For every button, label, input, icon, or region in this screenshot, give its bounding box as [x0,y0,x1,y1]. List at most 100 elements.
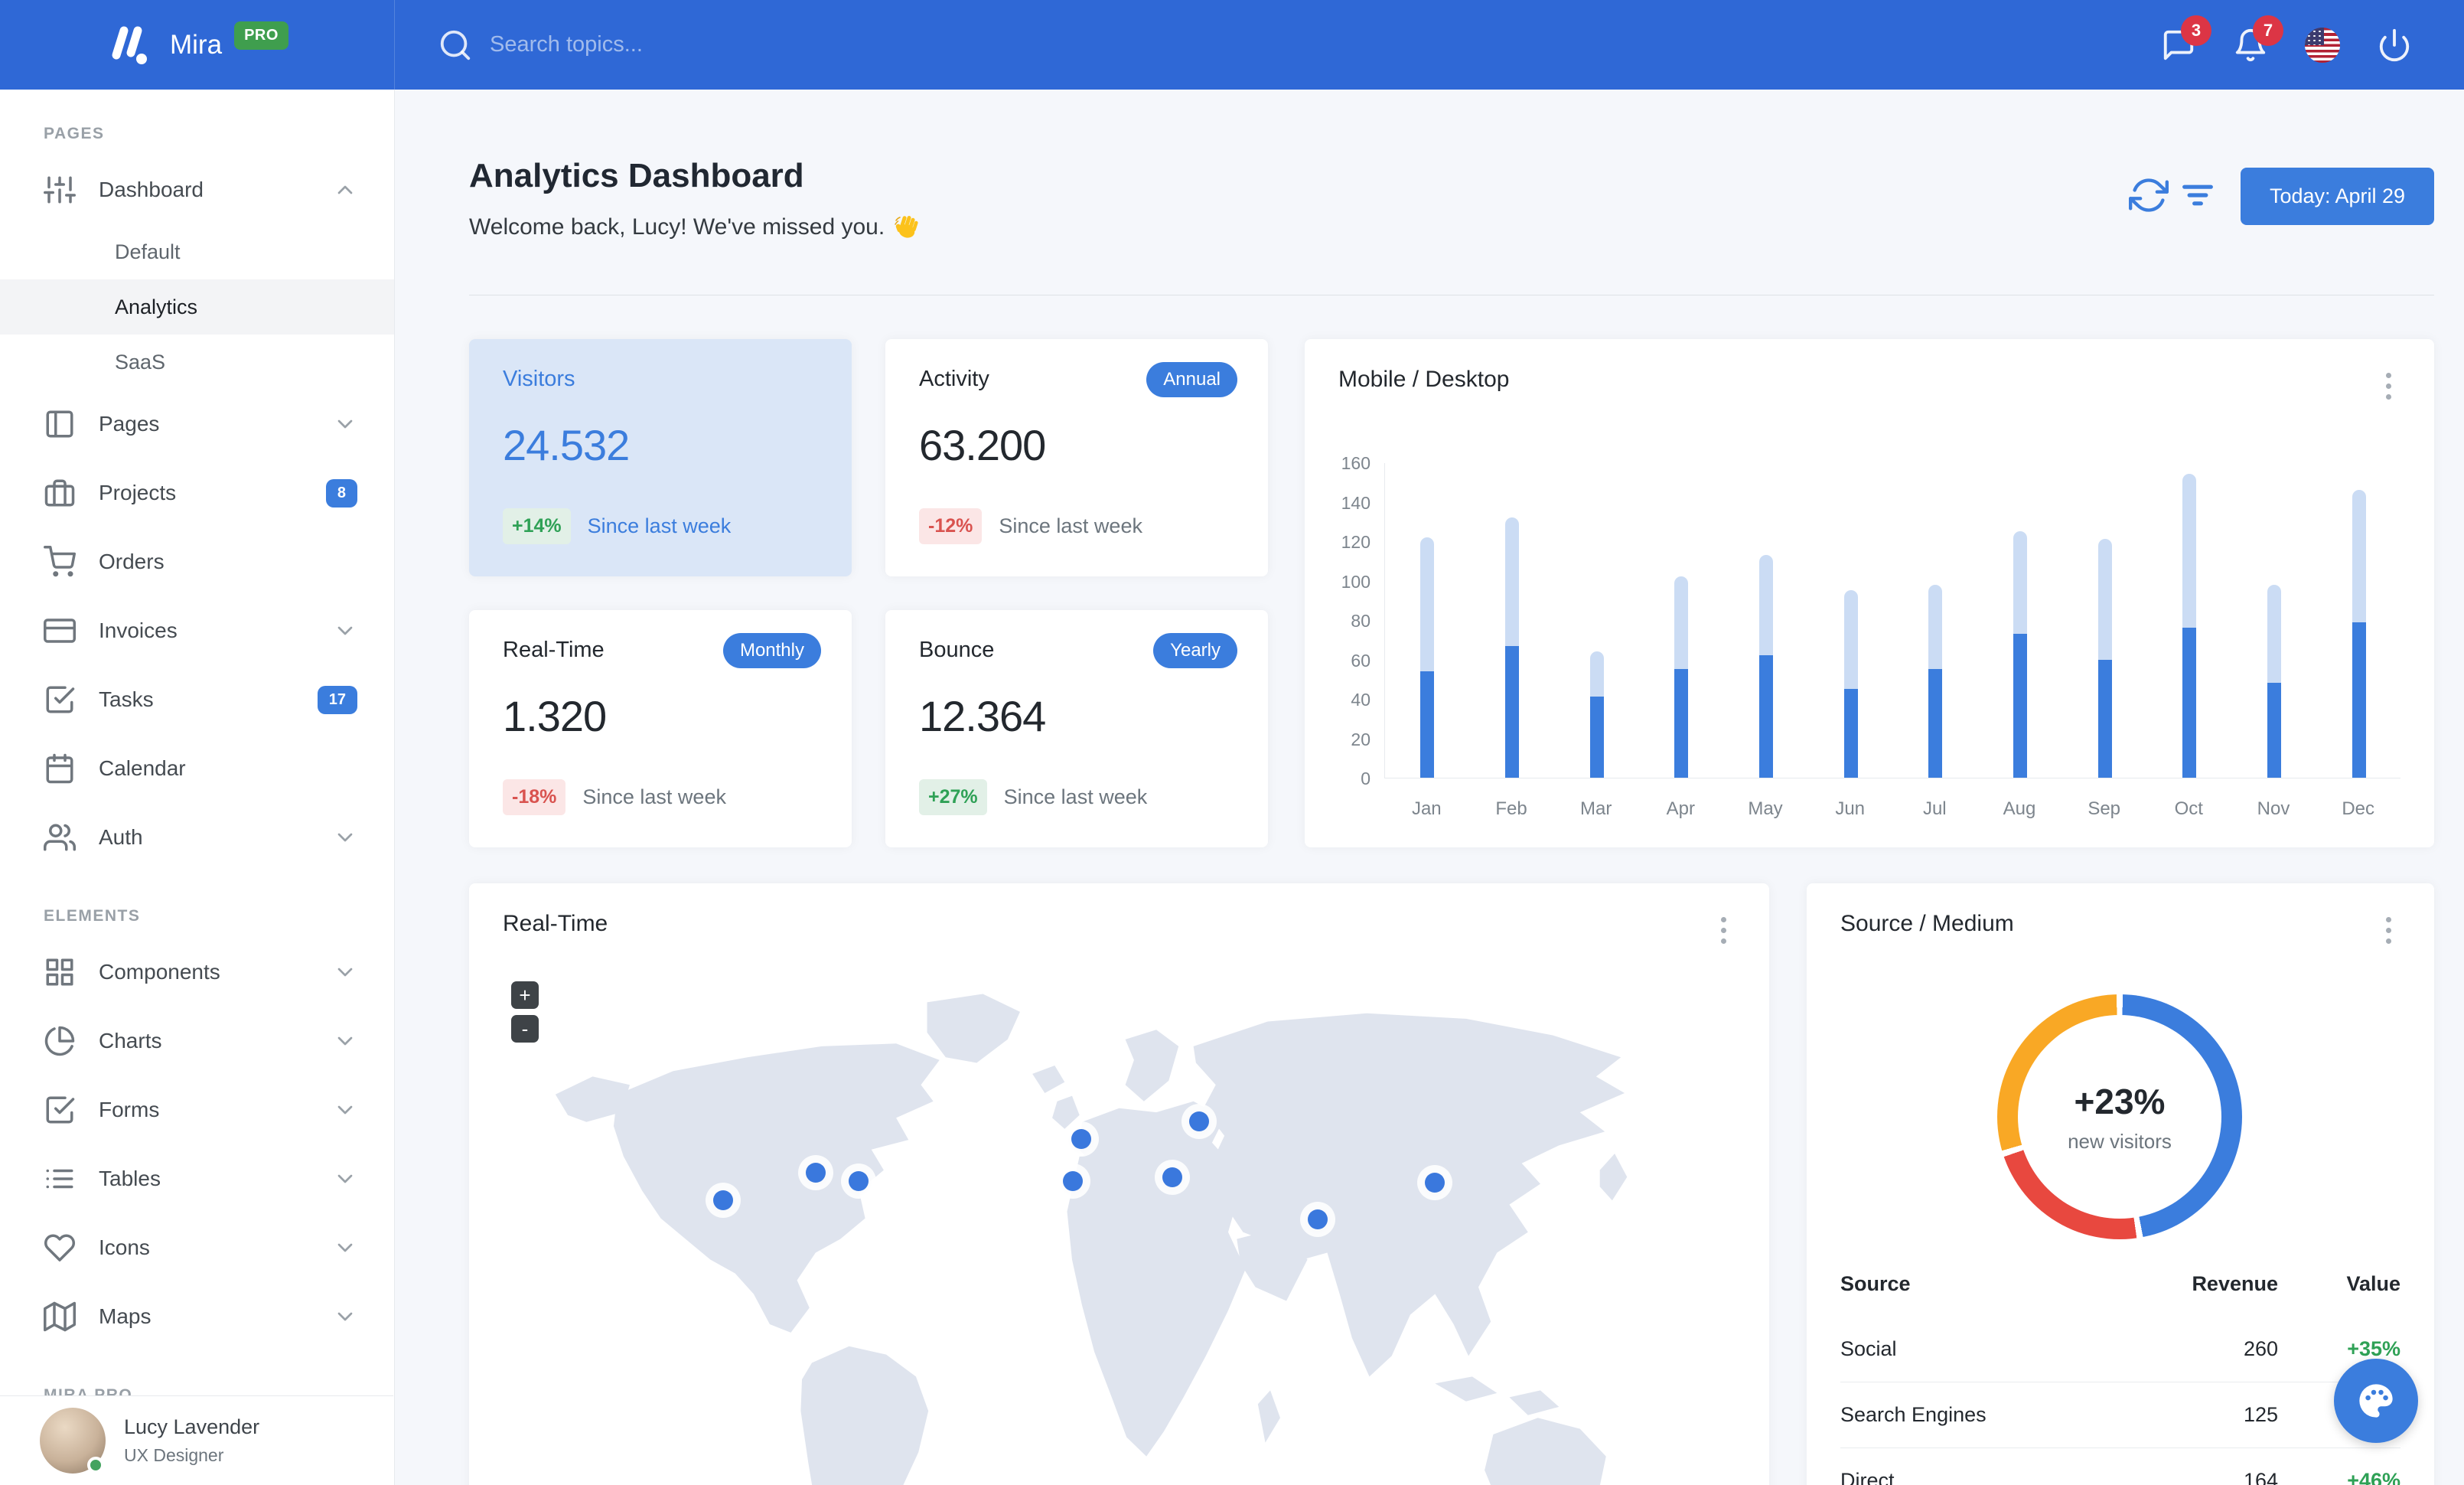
search-bar[interactable] [438,28,2143,63]
sidebar-item-auth[interactable]: Auth [0,803,394,872]
x-tick-label: Jul [1922,798,1947,819]
sidebar-item-calendar[interactable]: Calendar [0,734,394,803]
sidebar-item-dashboard[interactable]: Dashboard [0,155,394,224]
grid-icon [46,958,73,986]
source-table-header: Source Revenue Value [1840,1272,2400,1295]
map-marker-3 [849,1171,869,1191]
bar-mobile-oct [2182,628,2197,778]
map-marker-8 [1308,1209,1328,1229]
brand-name: Mira [170,29,223,60]
chevron-up-icon [337,185,353,194]
chevron-down-icon [337,1105,353,1115]
sidebar-item-projects[interactable]: Projects 8 [0,459,394,527]
language-flag-button[interactable] [2305,27,2340,63]
bar-mobile-apr [1674,669,1689,778]
table-cell-revenue: 125 [2243,1403,2278,1426]
briefcase-icon [44,479,75,507]
sidebar-item-icons[interactable]: Icons [0,1213,394,1282]
y-tick-label: 20 [1351,729,1371,749]
map-marker-4 [1071,1129,1091,1149]
sidebar-item-label: Maps [99,1304,152,1328]
navbar-actions: 3 7 [2143,15,2464,63]
sidebar-item-tables[interactable]: Tables [0,1144,394,1213]
sidebar-item-components[interactable]: Components [0,938,394,1007]
sidebar-item-forms[interactable]: Forms [0,1075,394,1144]
bar-mobile-jul [1928,669,1943,778]
y-tick-label: 100 [1341,571,1371,592]
sidebar-item-label: Icons [99,1235,150,1259]
table-cell-source: Search Engines [1840,1403,1987,1426]
stat-period-badge: Yearly [1153,633,1237,668]
map-marker-6 [1189,1111,1209,1131]
user-name: Lucy Lavender [124,1415,260,1438]
table-row: Search Engines125-12% [1840,1382,2400,1447]
messages-button[interactable]: 3 [2161,15,2211,63]
chevron-down-icon [337,833,353,842]
map-menu-button[interactable] [1708,912,1739,948]
top-navbar: Mira PRO 3 7 [0,0,2464,90]
sidebar-subitem-default[interactable]: Default [0,224,394,279]
sidebar-subitem-analytics[interactable]: Analytics [0,279,394,335]
table-cell-revenue: 260 [2243,1336,2278,1360]
search-input[interactable] [490,32,949,57]
stat-delta-badge: -18% [503,779,566,815]
stat-caption: Since last week [1003,785,1148,808]
sidebar-item-tasks[interactable]: Tasks 17 [0,665,394,734]
stat-period-badge: Monthly [722,633,821,668]
stat-delta-badge: +27% [919,779,987,815]
sidebar-item-charts[interactable]: Charts [0,1007,394,1075]
messages-badge: 3 [2181,15,2211,46]
user-role: UX Designer [124,1445,224,1465]
sidebar-section-label: ELEMENTS [44,907,141,925]
sidebar-item-maps[interactable]: Maps [0,1282,394,1351]
theme-settings-button[interactable] [2334,1359,2418,1443]
x-tick-label: Dec [2342,798,2375,819]
stat-card-bounce: Bounce Yearly 12.364 +27% Since last wee… [885,610,1268,847]
sidebar-item-label: Calendar [99,756,186,780]
date-range-button[interactable]: Today: April 29 [2241,168,2434,225]
brand[interactable]: Mira PRO [0,0,395,90]
sidebar-item-badge: 17 [317,685,357,714]
source-table: Source Revenue Value Social 260 +35% Search… [1840,1265,2400,1485]
check-square-icon [46,686,75,713]
source-menu-button[interactable] [2373,912,2404,948]
stat-title: Activity [919,367,989,391]
chevron-down-icon [337,1243,353,1252]
chevron-down-icon [337,968,353,977]
credit-card-icon [44,618,76,643]
notifications-button[interactable]: 7 [2233,15,2283,63]
heart-icon [44,1234,76,1261]
stat-title: Bounce [919,638,995,662]
refresh-button[interactable] [2129,175,2169,215]
sidebar-item-label: Tasks [99,687,154,711]
sidebar: PAGES Dashboard Default Analytics SaaS Pages P… [0,90,395,1485]
chevron-down-icon [337,1174,353,1183]
donut-center-sublabel: new visitors [2068,1129,2172,1153]
sidebar-item-badge: 8 [325,478,357,508]
stat-delta-badge: +14% [503,508,571,544]
y-tick-label: 140 [1341,492,1371,513]
chart-menu-button[interactable] [2373,368,2404,403]
avatar [40,1408,106,1474]
list-icon [46,1169,73,1189]
pro-badge: PRO [234,21,288,50]
map-marker-9 [1425,1173,1445,1193]
stat-card-activity: Activity Annual 63.200 -12% Since last w… [885,339,1268,576]
filter-button[interactable] [2178,175,2218,215]
sidebar-item-label: Charts [99,1029,162,1053]
logout-button[interactable] [2377,28,2412,63]
sidebar-item-pages[interactable]: Pages [0,390,394,459]
pie-icon [44,1026,75,1056]
bar-mobile-jun [1843,689,1858,778]
stat-title: Real-Time [503,638,605,662]
chevron-down-icon [337,626,353,635]
check-square-icon [46,1096,75,1124]
map-marker-2 [806,1163,826,1183]
sidebar-subitem-saas[interactable]: SaaS [0,335,394,390]
sidebar-item-invoices[interactable]: Invoices [0,596,394,665]
sidebar-user[interactable]: Lucy Lavender UX Designer [0,1395,393,1485]
x-tick-label: Jan [1411,798,1442,819]
donut-center-value: +23% [2074,1081,2166,1121]
x-tick-label: Feb [1495,798,1527,819]
sidebar-item-orders[interactable]: Orders [0,527,394,596]
